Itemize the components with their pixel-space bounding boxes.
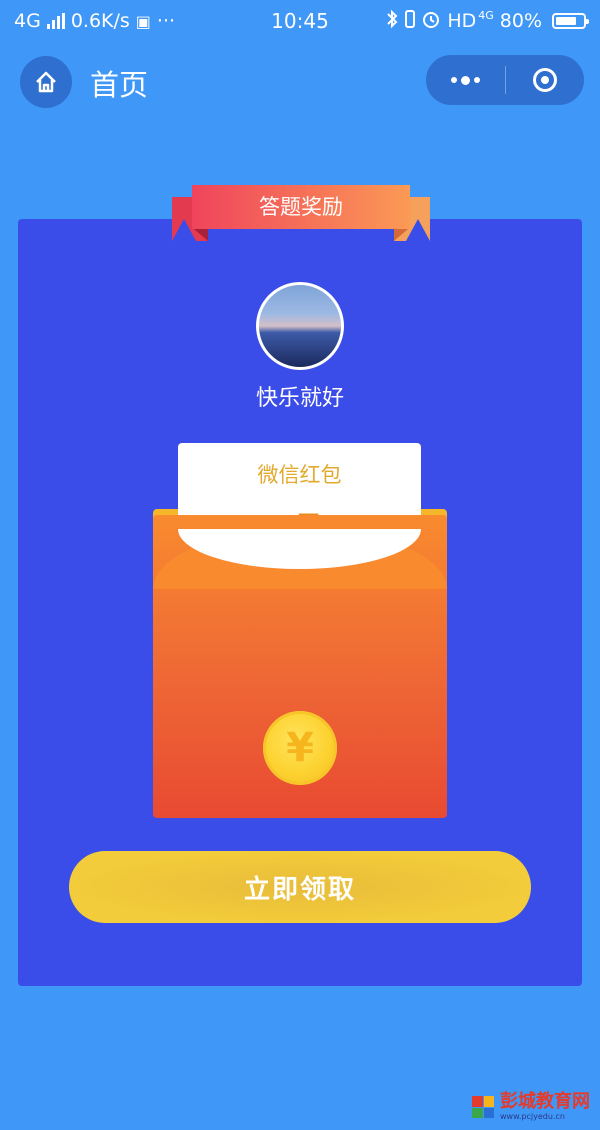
battery-percent: 80% [499, 10, 542, 32]
mini-program-capsule [426, 55, 584, 105]
coin-icon: ¥ [263, 711, 337, 785]
battery-level [556, 17, 576, 25]
notification-icon: ▣ [135, 11, 151, 31]
avatar [256, 282, 344, 370]
red-envelope: 微信红包 1元 ¥ [153, 443, 447, 818]
claim-button[interactable]: 立即领取 [69, 851, 531, 923]
status-right: HD 4G 80% [385, 8, 589, 34]
watermark-url: www.pcjyedu.cn [500, 1112, 565, 1121]
alarm-icon [421, 9, 441, 34]
watermark-logo [472, 1096, 494, 1118]
battery-icon [552, 13, 589, 29]
ribbon-label: 答题奖励 [259, 195, 343, 219]
target-icon [532, 68, 557, 92]
page-title: 首页 [90, 68, 149, 102]
signal-icon [46, 13, 65, 29]
more-status-icon: ··· [156, 10, 176, 32]
close-button[interactable] [506, 55, 585, 105]
hd-label: HD [447, 10, 477, 32]
watermark: 彭城教育网 www.pcjyedu.cn [472, 1092, 590, 1122]
username: 快乐就好 [255, 386, 344, 411]
vibrate-icon [405, 9, 416, 33]
home-icon [36, 71, 56, 93]
more-button[interactable] [426, 55, 505, 105]
status-left: 4G 0.6K/s ▣ ··· [14, 10, 175, 32]
envelope-title: 微信红包 [257, 463, 342, 487]
more-dots-icon [450, 75, 480, 85]
reward-ribbon: 答题奖励 [172, 185, 430, 243]
watermark-text: 彭城教育网 www.pcjyedu.cn [500, 1092, 590, 1122]
home-button[interactable] [20, 56, 72, 108]
network-speed: 0.6K/s [70, 10, 130, 32]
status-bar: 4G 0.6K/s ▣ ··· 10:45 HD 4G 80% [0, 0, 600, 42]
watermark-name: 彭城教育网 [500, 1091, 590, 1112]
network-type: 4G [14, 10, 41, 32]
network-badge: 4G [478, 8, 494, 22]
bluetooth-icon [385, 9, 399, 34]
status-time: 10:45 [271, 9, 329, 33]
